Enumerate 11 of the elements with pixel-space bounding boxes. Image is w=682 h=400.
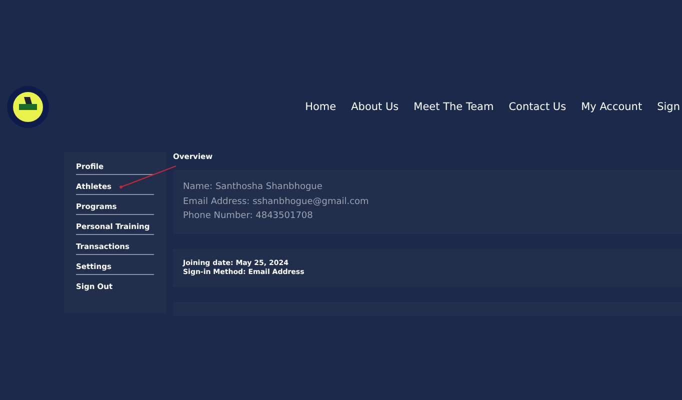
info-text: Phone Number: 4843501708	[183, 210, 314, 223]
logo-drawing	[6, 85, 50, 129]
info-text: Name: Santhosha Shanbhogue	[183, 181, 324, 194]
annotation-arrow	[120, 165, 176, 188]
nav-link[interactable]: About Us	[351, 101, 399, 113]
nav-link[interactable]: Contact Us	[508, 101, 566, 113]
nav-link[interactable]: Home	[305, 101, 336, 113]
nav-link[interactable]: My Account	[581, 101, 642, 113]
info-text: Email Address: sshanbhogue@gmail.com	[183, 196, 370, 208]
nav-link[interactable]: Meet The Team	[414, 101, 494, 113]
nav-link[interactable]: Sign	[657, 101, 680, 113]
